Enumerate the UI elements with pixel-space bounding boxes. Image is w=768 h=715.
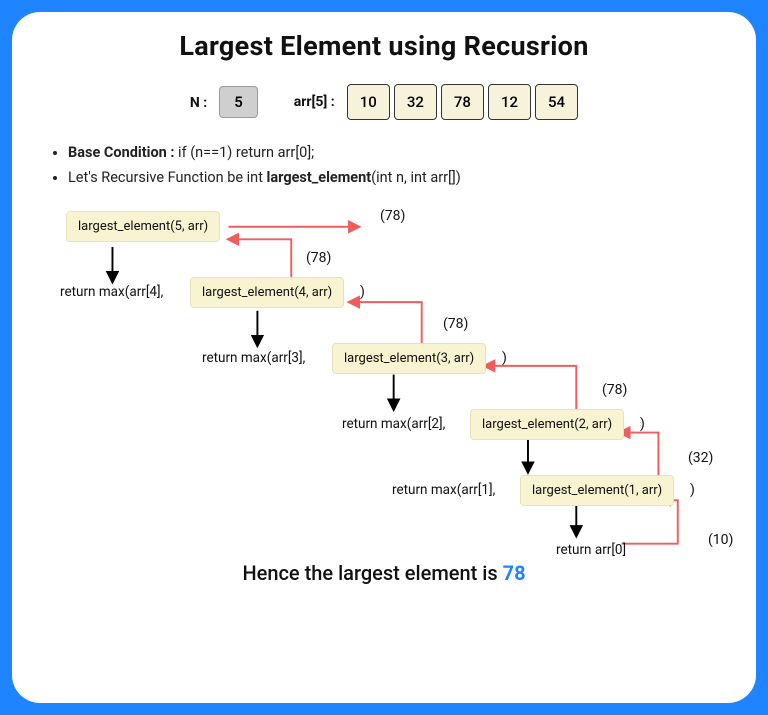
return-value-top: (78) bbox=[380, 208, 405, 224]
arr-cell-2: 78 bbox=[441, 84, 484, 120]
arr-cell-4: 54 bbox=[535, 84, 578, 120]
return-text-3: return max(arr[3], bbox=[202, 350, 305, 366]
arr-cell-0: 10 bbox=[347, 84, 390, 120]
call-box-1: largest_element(1, arr) bbox=[520, 475, 674, 506]
arr-cell-1: 32 bbox=[394, 84, 437, 120]
recursion-diagram: largest_element(5, arr) largest_element(… bbox=[40, 194, 728, 589]
return-text-2: return max(arr[2], bbox=[342, 416, 445, 432]
result-value: 78 bbox=[503, 561, 526, 585]
bullet-label: Base Condition : bbox=[68, 144, 174, 161]
return-text-0: return arr[0] bbox=[556, 542, 626, 558]
result-line: Hence the largest element is 78 bbox=[40, 561, 728, 585]
bullet-text: if (n==1) return arr[0]; bbox=[174, 144, 314, 161]
n-group: N : 5 bbox=[190, 86, 258, 118]
bullet-text: (int n, int arr[]) bbox=[371, 169, 461, 186]
call-box-5: largest_element(5, arr) bbox=[66, 211, 220, 242]
n-label: N : bbox=[190, 95, 207, 111]
return-text-1: return max(arr[1], bbox=[392, 482, 495, 498]
inputs-row: N : 5 arr[5] : 10 32 78 12 54 bbox=[40, 84, 728, 120]
arr-label: arr[5] : bbox=[294, 94, 335, 110]
bullet-fn-name: largest_element bbox=[267, 169, 372, 186]
return-value-1: (10) bbox=[708, 532, 733, 548]
close-paren: ) bbox=[502, 350, 507, 366]
return-value-2: (32) bbox=[688, 450, 713, 466]
diagram-card: Largest Element using Recusrion N : 5 ar… bbox=[12, 12, 756, 703]
arr-cell-3: 12 bbox=[488, 84, 531, 120]
bullet-text: Let's Recursive Function be int bbox=[68, 169, 267, 186]
return-text-4: return max(arr[4], bbox=[60, 284, 163, 300]
call-box-2: largest_element(2, arr) bbox=[470, 409, 624, 440]
page-title: Largest Element using Recusrion bbox=[40, 30, 728, 62]
n-value-box: 5 bbox=[219, 86, 258, 118]
bullet-base-condition: Base Condition : if (n==1) return arr[0]… bbox=[68, 144, 728, 161]
arr-group: arr[5] : 10 32 78 12 54 bbox=[294, 84, 578, 120]
result-text: Hence the largest element is bbox=[242, 561, 502, 585]
return-value-5: (78) bbox=[306, 250, 331, 266]
close-paren: ) bbox=[360, 284, 365, 300]
return-value-3: (78) bbox=[602, 382, 627, 398]
call-box-4: largest_element(4, arr) bbox=[190, 277, 344, 308]
bullet-list: Base Condition : if (n==1) return arr[0]… bbox=[68, 144, 728, 186]
return-value-4: (78) bbox=[443, 316, 468, 332]
close-paren: ) bbox=[640, 416, 645, 432]
bullet-recursive-fn: Let's Recursive Function be int largest_… bbox=[68, 169, 728, 186]
close-paren: ) bbox=[690, 482, 695, 498]
call-box-3: largest_element(3, arr) bbox=[332, 343, 486, 374]
